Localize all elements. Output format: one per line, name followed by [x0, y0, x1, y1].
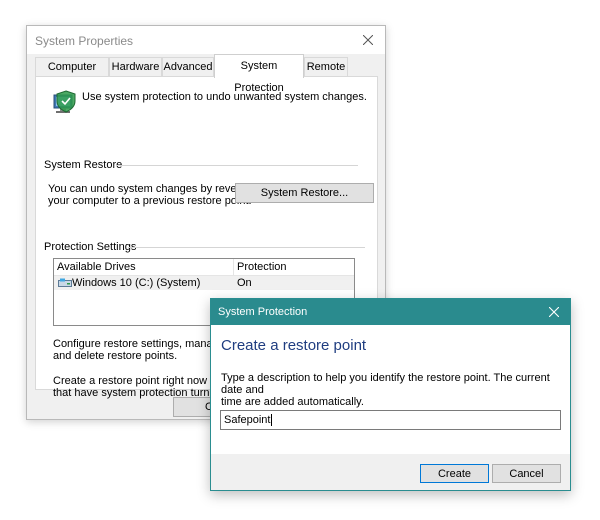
dialog-title: System Protection [218, 306, 308, 318]
group-divider [128, 247, 365, 248]
system-restore-description: You can undo system changes by reverting… [48, 183, 258, 207]
create-line: Create a restore point right now for th [53, 375, 236, 387]
title-bar: System Properties [27, 26, 385, 54]
text-caret [271, 414, 273, 427]
system-restore-button[interactable]: System Restore... [235, 183, 374, 203]
description-line: your computer to a previous restore poin… [48, 195, 252, 207]
tab-hardware[interactable]: Hardware [109, 57, 162, 77]
close-icon [363, 35, 373, 45]
dialog-description-line: Type a description to help you identify … [221, 372, 550, 396]
drive-protection-status: On [237, 277, 252, 289]
column-header-drives[interactable]: Available Drives [57, 261, 136, 273]
configure-text: Configure restore settings, manage di an… [53, 338, 236, 362]
restore-point-description-input[interactable]: Safepoint [220, 410, 561, 430]
create-button[interactable]: Create [420, 464, 489, 483]
shield-computer-icon [53, 90, 76, 113]
configure-line: Configure restore settings, manage di [53, 338, 237, 350]
close-icon [549, 307, 559, 317]
dialog-description: Type a description to help you identify … [221, 372, 561, 408]
tab-advanced[interactable]: Advanced [162, 57, 214, 77]
column-header-protection[interactable]: Protection [237, 261, 287, 273]
column-separator[interactable] [233, 259, 234, 275]
dialog-footer: Create Cancel [211, 454, 570, 490]
dialog-title-bar: System Protection [211, 299, 570, 325]
protection-settings-group-label: Protection Settings [44, 241, 140, 253]
close-button[interactable] [351, 26, 385, 54]
configure-line: and delete restore points. [53, 350, 178, 362]
input-value: Safepoint [224, 414, 271, 426]
list-header: Available Drives Protection [54, 259, 354, 276]
tab-system-protection[interactable]: System Protection [214, 54, 304, 94]
description-line: You can undo system changes by reverting [48, 183, 258, 195]
drive-row[interactable]: Windows 10 (C:) (System) On [54, 276, 354, 290]
intro-text: Use system protection to undo unwanted s… [82, 91, 367, 103]
dialog-close-button[interactable] [538, 299, 570, 325]
create-restore-point-dialog: System Protection Create a restore point… [210, 298, 571, 491]
cancel-button[interactable]: Cancel [492, 464, 561, 483]
drive-icon [58, 278, 72, 287]
system-restore-group-label: System Restore [44, 159, 126, 171]
group-divider [116, 165, 358, 166]
tab-computer-name[interactable]: Computer Name [35, 57, 109, 92]
window-title: System Properties [35, 34, 134, 48]
dialog-description-line: time are added automatically. [221, 396, 364, 408]
drive-name: Windows 10 (C:) (System) [72, 277, 201, 289]
dialog-heading: Create a restore point [221, 337, 367, 354]
tab-remote[interactable]: Remote [304, 57, 348, 77]
